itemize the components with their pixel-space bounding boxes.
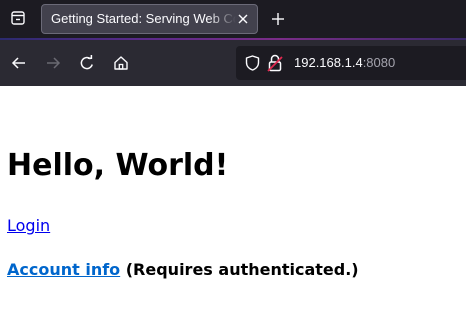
- site-security-button[interactable]: [265, 53, 285, 73]
- navigation-toolbar: 192.168.1.4:8080: [0, 40, 466, 86]
- tab-close-button[interactable]: [235, 11, 251, 27]
- arrow-right-icon: [47, 57, 61, 69]
- account-info-note: (Requires authenticated.): [120, 260, 359, 279]
- login-link[interactable]: Login: [7, 216, 50, 235]
- home-icon: [114, 56, 128, 70]
- url-port: :8080: [362, 55, 396, 70]
- account-info-line: Account info (Requires authenticated.): [7, 260, 359, 279]
- account-info-link[interactable]: Account info: [7, 260, 120, 279]
- tab-list-button[interactable]: [4, 4, 32, 32]
- page-content: Hello, World! Login Account info (Requir…: [0, 86, 466, 309]
- shield-icon: [245, 55, 259, 71]
- back-button[interactable]: [6, 50, 32, 76]
- url-text: 192.168.1.4:8080: [294, 46, 395, 80]
- tab-active[interactable]: Getting Started: Serving Web Content: [41, 4, 258, 34]
- tab-list-icon: [11, 11, 25, 25]
- tab-strip: Getting Started: Serving Web Content: [0, 0, 466, 38]
- reload-button[interactable]: [74, 50, 100, 76]
- plus-icon: [272, 13, 284, 25]
- close-icon: [238, 14, 248, 24]
- page-heading: Hello, World!: [7, 148, 229, 183]
- url-host: 192.168.1.4: [294, 55, 363, 70]
- arrow-left-icon: [11, 57, 25, 69]
- reload-icon: [80, 55, 93, 70]
- browser-window: Getting Started: Serving Web Content: [0, 0, 466, 309]
- forward-button[interactable]: [40, 50, 66, 76]
- lock-warning-icon: [267, 54, 283, 72]
- tracking-protection-button[interactable]: [243, 54, 261, 72]
- new-tab-button[interactable]: [267, 8, 289, 30]
- home-button[interactable]: [108, 50, 134, 76]
- tab-title: Getting Started: Serving Web Content: [51, 11, 236, 26]
- url-bar[interactable]: 192.168.1.4:8080: [236, 46, 466, 80]
